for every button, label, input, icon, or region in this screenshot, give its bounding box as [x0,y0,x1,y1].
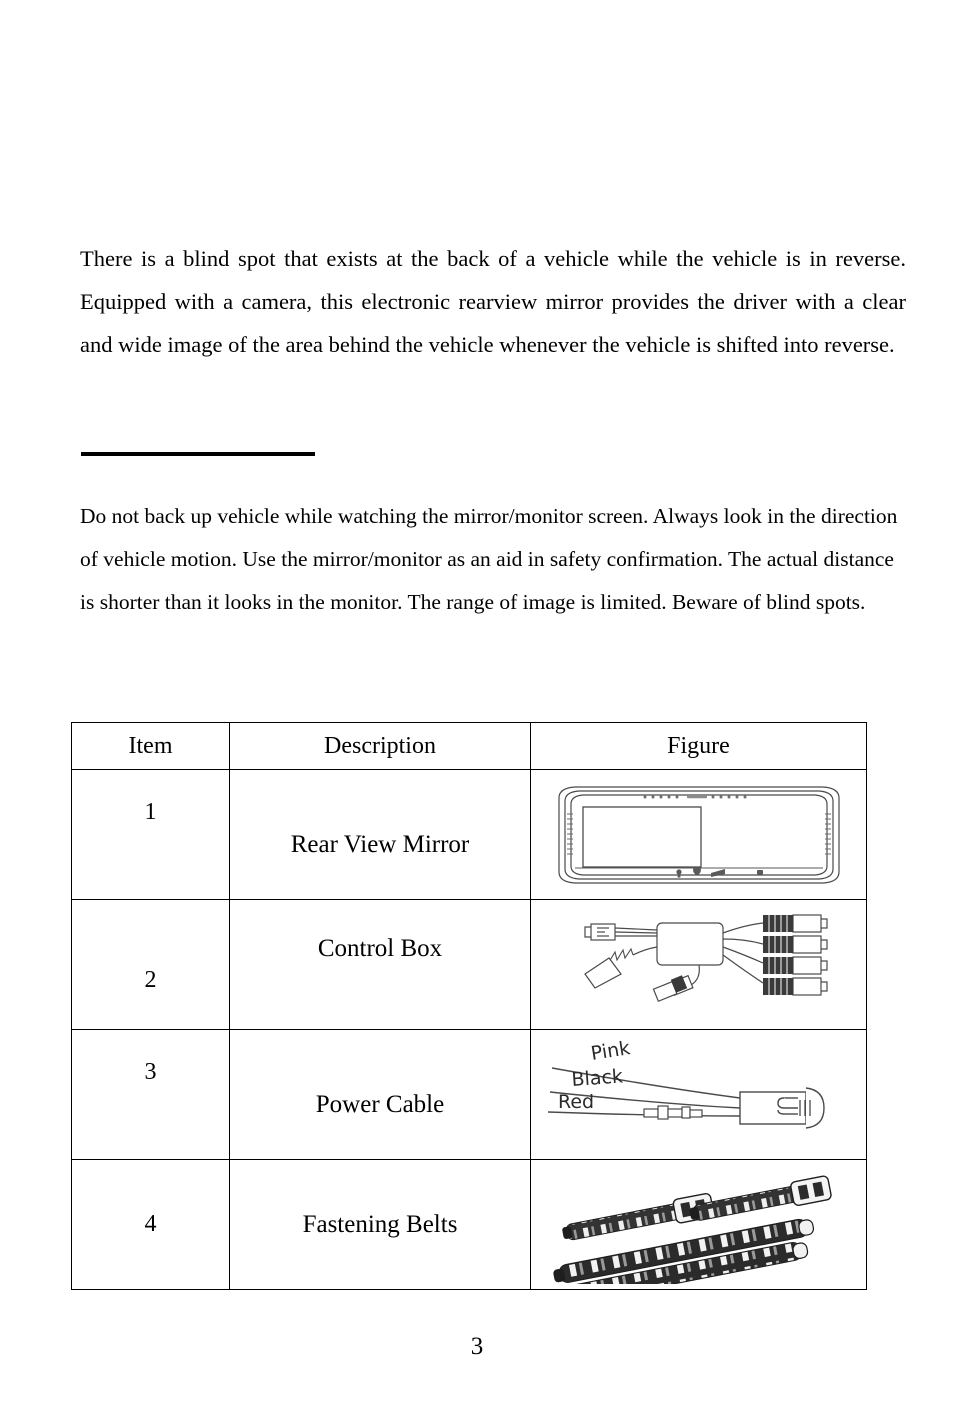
item-description: Control Box [317,934,443,962]
cell-figure [530,769,867,900]
cell-description: Rear View Mirror [229,769,531,900]
footnote-separator-rule [81,452,315,456]
power-cable-diagram: Pink Black Red [531,1036,866,1154]
control-box-diagram [531,903,866,1027]
item-number: 4 [144,1211,157,1237]
warning-note-paragraph: Do not back up vehicle while watching th… [80,503,898,614]
table-header-row: Item Description Figure [71,722,867,770]
cell-item-number: 3 [71,1029,230,1160]
table-row: 2 Control Box [71,899,867,1030]
cell-item-number: 1 [71,769,230,900]
header-figure: Figure [530,722,867,770]
item-description: Power Cable [315,1090,445,1118]
cell-figure: Pink Black Red [530,1029,867,1160]
cell-description: Power Cable [229,1029,531,1160]
item-number: 2 [144,967,157,993]
cell-item-number: 4 [71,1159,230,1290]
rear-view-mirror-diagram [531,780,866,890]
header-description: Description [229,722,531,770]
intro-paragraph: There is a blind spot that exists at the… [80,245,906,357]
table-row: 1 Rear View Mirror [71,769,867,900]
cell-item-number: 2 [71,899,230,1030]
fastening-belts-diagram [531,1166,866,1306]
table-row: 3 Power Cable Pink Black Red [71,1029,867,1160]
cell-description: Control Box [229,899,531,1030]
wire-label-black: Black [570,1065,623,1091]
item-number: 3 [144,1059,157,1085]
header-item: Item [71,722,230,770]
item-description: Rear View Mirror [290,830,470,858]
item-description: Fastening Belts [302,1210,458,1238]
table-row: 4 Fastening Belts [71,1159,867,1306]
parts-list-table: Item Description Figure 1 Rear View Mirr… [71,722,867,1306]
wire-label-red: Red [558,1091,594,1113]
document-page: There is a blind spot that exists at the… [0,0,954,1423]
wire-label-pink: Pink [589,1037,631,1065]
cell-figure [530,1159,867,1306]
item-number: 1 [144,799,157,825]
cell-description: Fastening Belts [229,1159,531,1290]
cell-figure [530,899,867,1030]
page-number: 3 [470,1333,484,1360]
